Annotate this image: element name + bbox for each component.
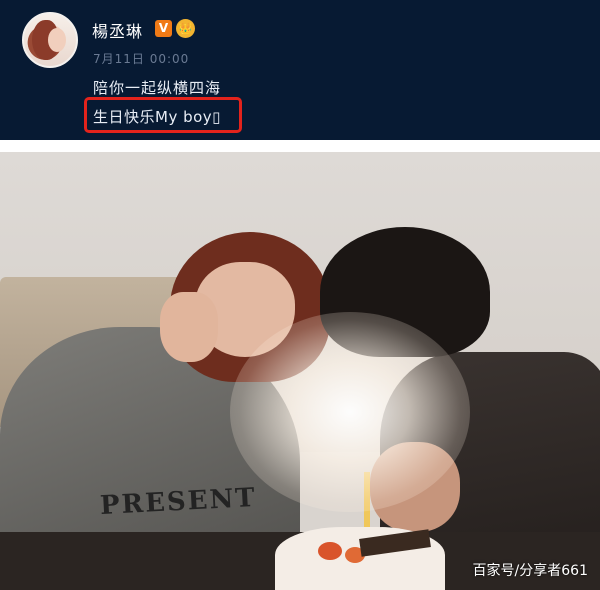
post-photo[interactable]: PRESENT 百家号/分享者661	[0, 152, 600, 590]
post-text-line-2: 生日快乐My boy▯	[93, 108, 221, 126]
post-text-line-1: 陪你一起纵横四海	[93, 79, 222, 97]
user-avatar[interactable]	[22, 12, 78, 68]
watermark: 百家号/分享者661	[472, 563, 588, 579]
username[interactable]: 楊丞琳	[92, 18, 143, 42]
cake-fruit	[318, 542, 342, 560]
crown-icon: 👑	[176, 19, 195, 38]
peace-sign-hand	[160, 292, 218, 362]
post-timestamp[interactable]: 7月11日 00:00	[93, 50, 189, 67]
separator	[0, 140, 600, 152]
avatar-face	[48, 28, 66, 52]
candle-glow	[230, 312, 470, 512]
weibo-post-header: 楊丞琳 V 👑 7月11日 00:00 陪你一起纵横四海 生日快乐My boy▯	[0, 0, 600, 140]
verified-icon: V	[155, 20, 172, 37]
